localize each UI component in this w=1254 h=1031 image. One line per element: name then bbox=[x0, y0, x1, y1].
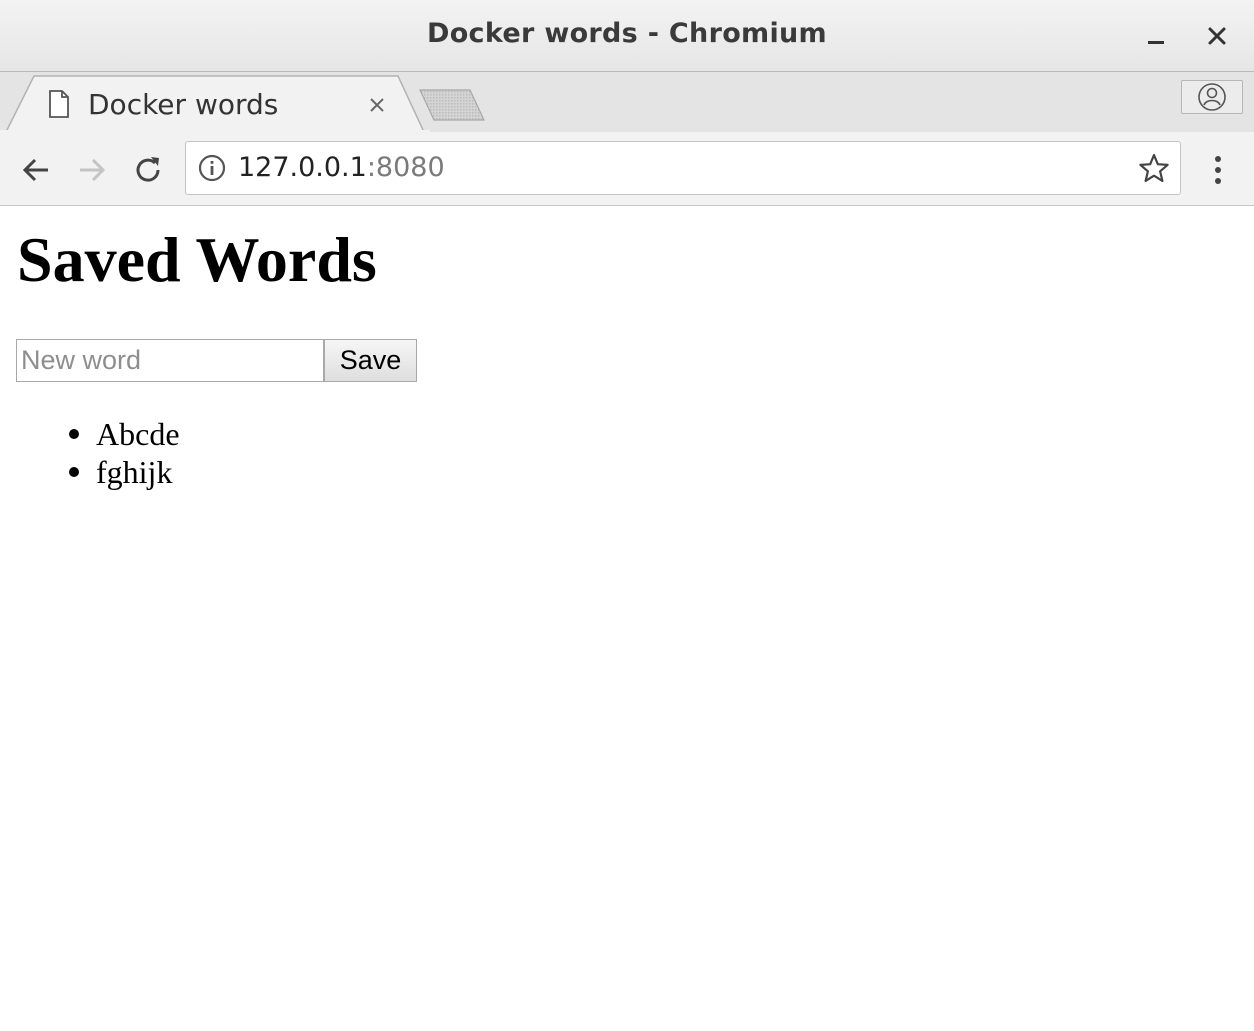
back-button[interactable] bbox=[16, 150, 56, 190]
tab-title: Docker words bbox=[88, 88, 279, 121]
forward-button[interactable] bbox=[72, 150, 112, 190]
back-arrow-icon bbox=[22, 158, 48, 182]
word-text: Abcde bbox=[96, 416, 180, 452]
new-tab-icon bbox=[419, 89, 485, 121]
url-host: 127.0.0.1 bbox=[238, 152, 367, 183]
list-item: Abcde bbox=[0, 415, 180, 453]
page-title: Saved Words bbox=[17, 224, 377, 295]
forward-arrow-icon bbox=[80, 158, 106, 182]
profile-button[interactable] bbox=[1181, 80, 1243, 114]
reload-button[interactable] bbox=[128, 150, 168, 190]
reload-icon bbox=[136, 157, 160, 182]
save-button[interactable]: Save bbox=[324, 339, 417, 382]
info-icon[interactable] bbox=[198, 154, 226, 182]
star-icon[interactable] bbox=[1138, 152, 1170, 184]
address-bar[interactable]: 127.0.0.1:8080 bbox=[185, 141, 1181, 195]
kebab-menu-icon bbox=[1215, 156, 1221, 184]
close-icon bbox=[1208, 27, 1226, 45]
profile-icon bbox=[1198, 83, 1226, 111]
close-window-button[interactable] bbox=[1199, 18, 1235, 54]
page-content: Saved Words Save Abcde fghijk bbox=[0, 207, 1254, 1031]
tab-close-button[interactable] bbox=[366, 94, 388, 116]
window-titlebar: Docker words - Chromium bbox=[0, 0, 1254, 72]
url-port: :8080 bbox=[366, 152, 445, 183]
word-list: Abcde fghijk bbox=[0, 415, 180, 491]
minimize-button[interactable] bbox=[1138, 18, 1174, 54]
minimize-icon bbox=[1148, 41, 1164, 44]
window-title: Docker words - Chromium bbox=[427, 18, 827, 49]
new-word-input[interactable] bbox=[16, 339, 324, 382]
tab-docker-words[interactable]: Docker words bbox=[40, 82, 396, 130]
list-item: fghijk bbox=[0, 453, 180, 491]
new-tab-button[interactable] bbox=[418, 88, 486, 122]
bullet-icon bbox=[69, 429, 79, 439]
bullet-icon bbox=[69, 467, 79, 477]
url-text[interactable]: 127.0.0.1:8080 bbox=[238, 152, 445, 183]
browser-menu-button[interactable] bbox=[1198, 150, 1238, 190]
word-text: fghijk bbox=[96, 454, 173, 490]
document-icon bbox=[49, 90, 69, 118]
tab-close-icon bbox=[370, 98, 384, 112]
